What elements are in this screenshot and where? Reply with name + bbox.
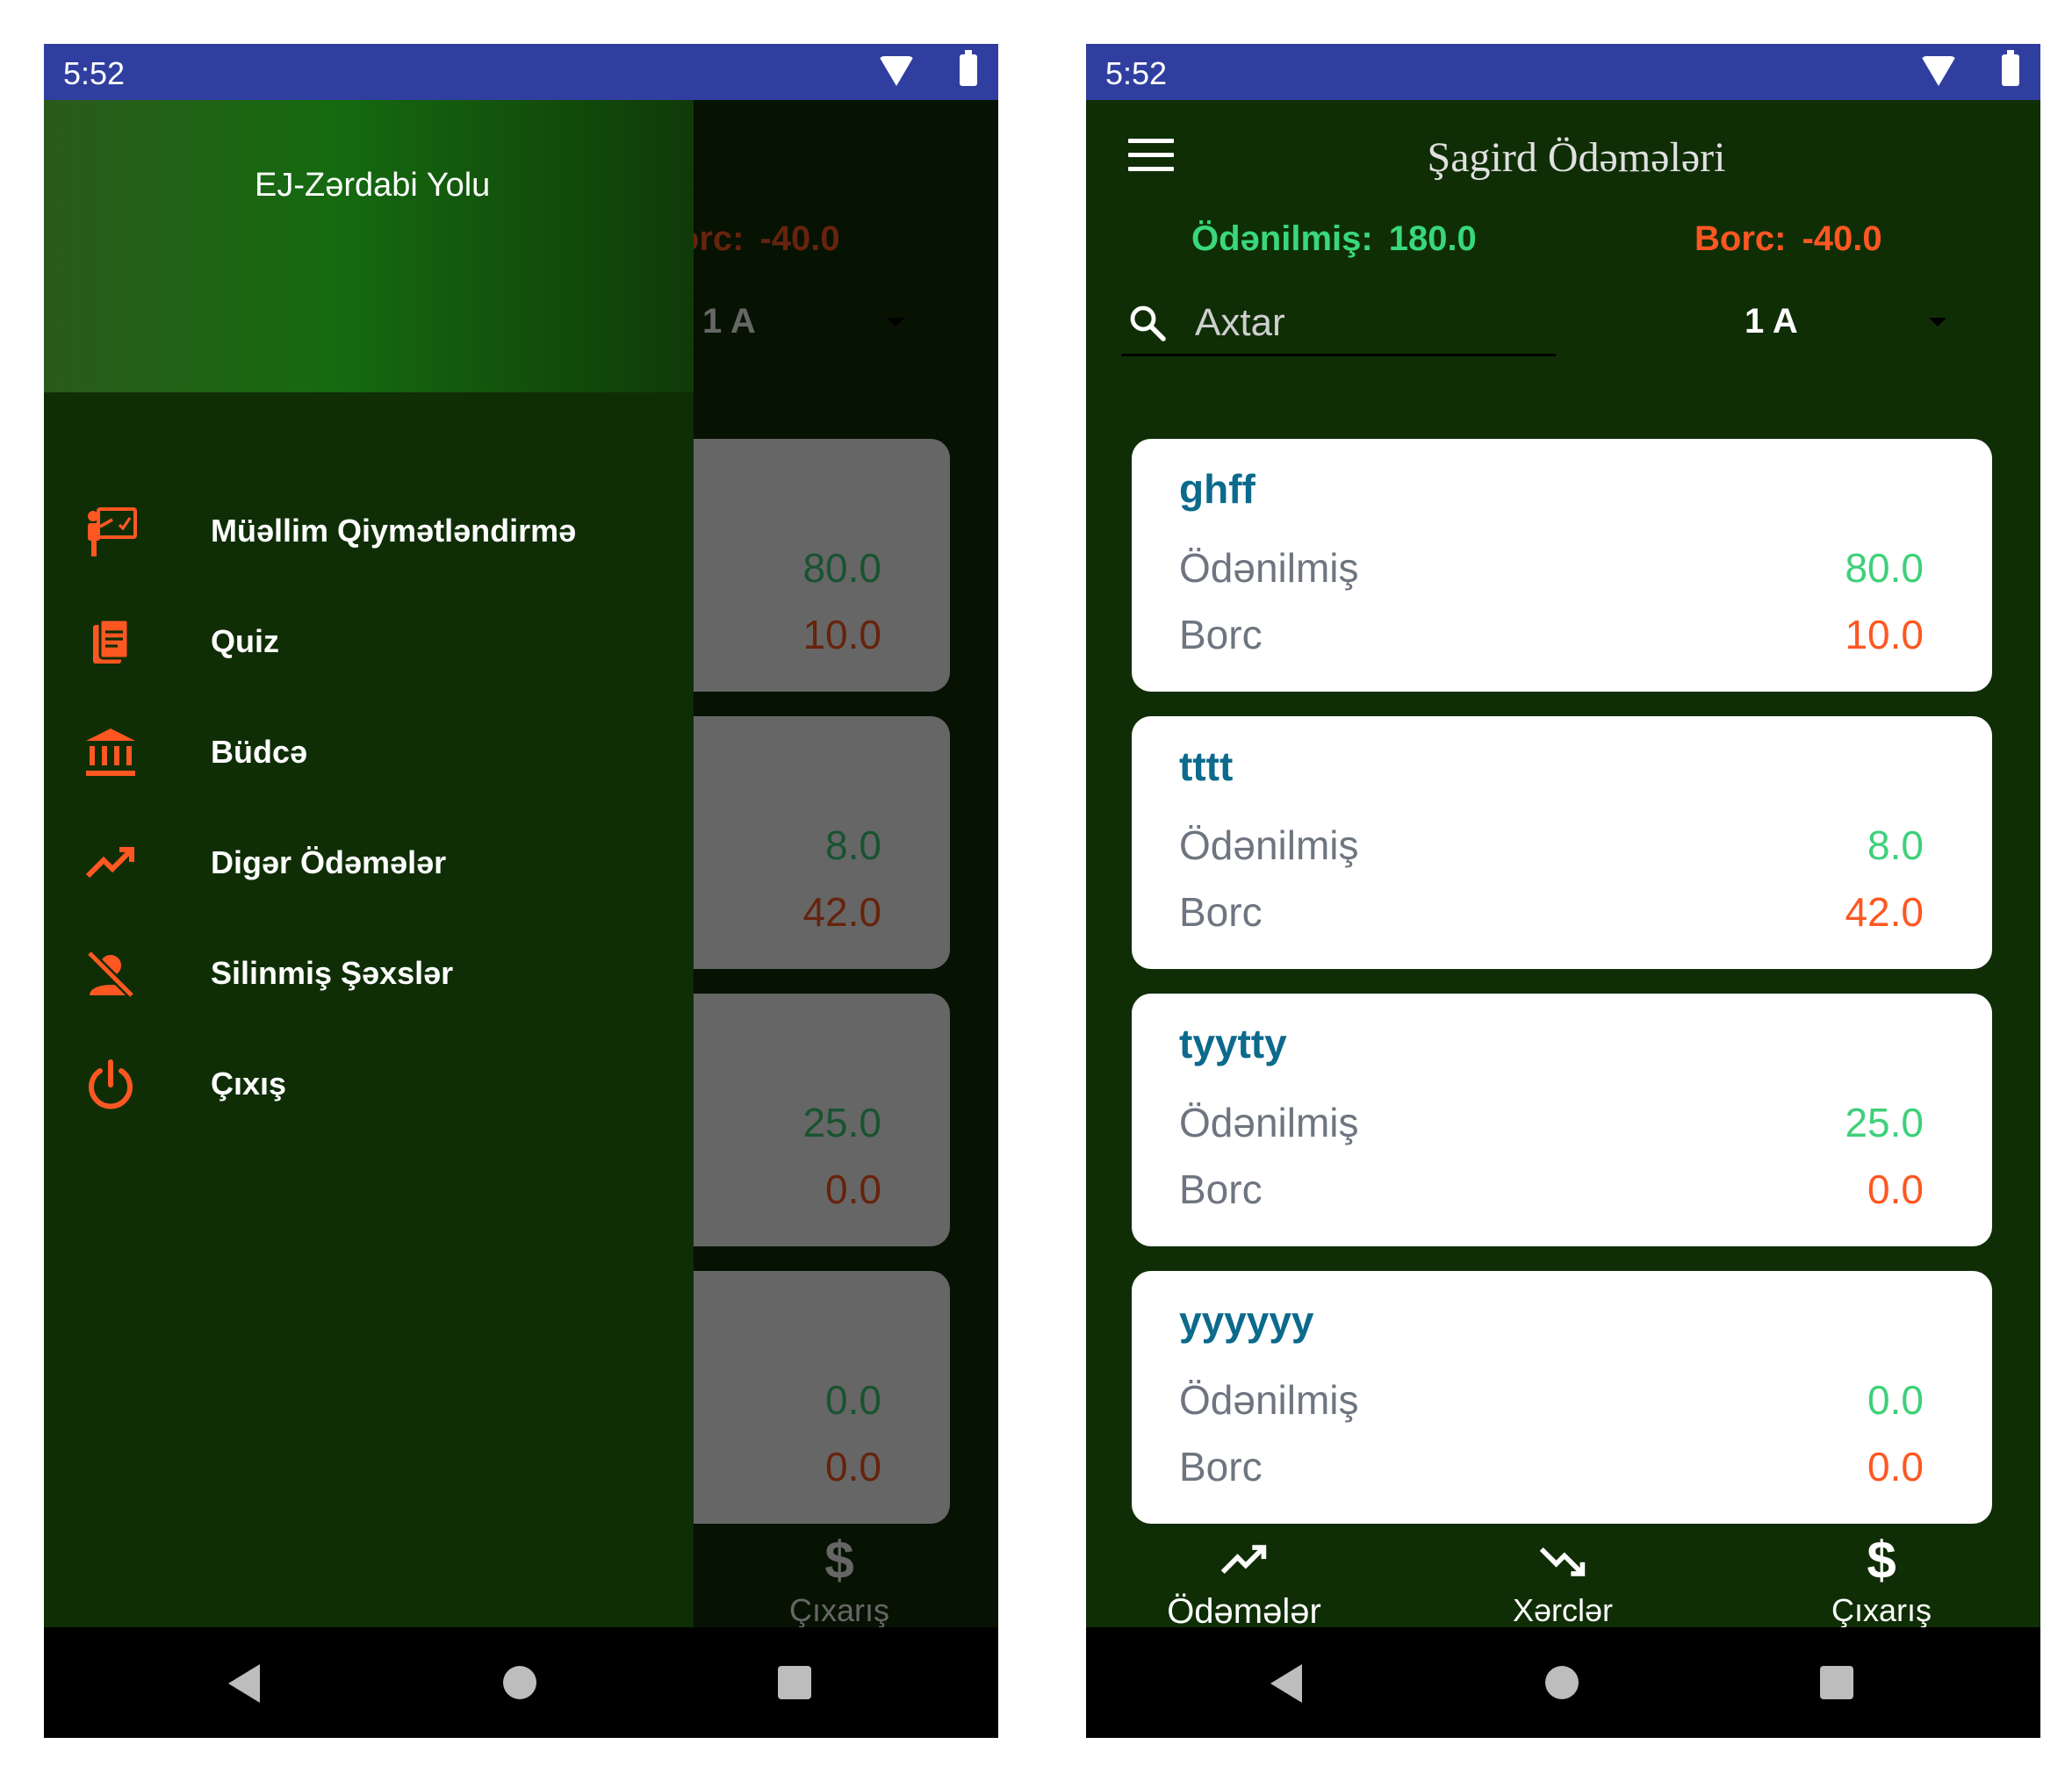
nav-odemeler[interactable]: Ödəmələr [1130, 1536, 1358, 1631]
status-time: 5:52 [1105, 55, 1168, 91]
student-card[interactable]: tttt Ödənilmiş 8.0 Borc 42.0 [1132, 716, 1992, 969]
nav-cixaris[interactable]: $ Çıxarış [1767, 1531, 1996, 1629]
class-dropdown-value: 1 A [1745, 302, 1798, 341]
paid-value: 80.0 [1845, 545, 1924, 591]
paid-label: Ödənilmiş [1179, 1100, 1359, 1145]
system-nav-bar [44, 1627, 998, 1738]
nav-xercler[interactable]: Xərclər [1449, 1536, 1677, 1628]
phone-screen-drawer-open: 5:52 Şagird Ödəmələri Ödənilmiş:180.0 Bo… [44, 44, 998, 1738]
phone-screen-payments: 5:52 Şagird Ödəmələri Ödənilmiş: 180.0 Bo… [1086, 44, 2040, 1738]
system-nav-bar [1086, 1627, 2040, 1738]
trending-down-icon [1539, 1547, 1586, 1576]
student-name: tyytty [1179, 1021, 1287, 1066]
student-paid-row: Ödənilmiş 0.0 [1179, 1376, 1924, 1429]
drawer-title: EJ-Zərdabi Yolu [255, 167, 491, 204]
nav-xercler-label: Xərclər [1512, 1592, 1614, 1628]
summary-debt-label: Borc: [1694, 219, 1787, 258]
menu-item-label: Müəllim Qiymətləndirmə [211, 513, 577, 549]
student-name: tttt [1179, 743, 1234, 789]
student-card[interactable]: yyyyyy Ödənilmiş 0.0 Borc 0.0 [1132, 1271, 1992, 1524]
debt-label: Borc [1179, 889, 1263, 935]
page-title: Şagird Ödəmələri [1427, 134, 1726, 181]
recent-apps-icon[interactable] [778, 1666, 811, 1699]
status-bar: 5:52 [1086, 44, 2040, 100]
menu-item-label: Büdcə [211, 734, 308, 770]
menu-item-budget[interactable]: Büdcə [44, 699, 694, 804]
nav-cixaris-label: Çıxarış [1831, 1592, 1932, 1628]
document-copy-icon [93, 618, 130, 664]
back-icon[interactable] [1270, 1664, 1302, 1703]
wifi-icon [1921, 56, 1956, 86]
menu-item-label: Quiz [211, 623, 279, 659]
person-off-icon [86, 950, 135, 999]
student-debt-row: Borc 0.0 [1179, 1443, 1924, 1496]
chevron-down-icon [1929, 318, 1946, 327]
student-paid-row: Ödənilmiş 25.0 [1179, 1099, 1924, 1152]
menu-item-label: Çıxış [211, 1066, 287, 1102]
student-debt-row: Borc 42.0 [1179, 888, 1924, 941]
paid-value: 8.0 [1867, 822, 1924, 868]
student-name: ghff [1179, 466, 1255, 512]
summary-paid: Ödənilmiş: 180.0 [1191, 219, 1477, 259]
trending-up-icon [85, 847, 134, 879]
drawer-header: EJ-Zərdabi Yolu [44, 100, 694, 392]
home-icon[interactable] [1545, 1666, 1579, 1699]
navigation-drawer: EJ-Zərdabi Yolu Müəllim Qiymətləndirmə Q [44, 100, 694, 1627]
paid-label: Ödənilmiş [1179, 545, 1359, 591]
menu-item-deleted-persons[interactable]: Silinmiş Şəxslər [44, 920, 694, 1025]
battery-icon [2002, 50, 2019, 86]
paid-label: Ödənilmiş [1179, 1377, 1359, 1423]
status-bar: 5:52 [44, 44, 998, 100]
back-icon[interactable] [228, 1664, 260, 1703]
student-name: yyyyyy [1179, 1298, 1314, 1344]
menu-item-label: Silinmiş Şəxslər [211, 955, 454, 991]
trending-up-icon [1220, 1545, 1267, 1575]
search-icon [1130, 305, 1166, 341]
menu-item-label: Digər Ödəmələr [211, 844, 447, 880]
paid-value: 0.0 [1867, 1377, 1924, 1423]
summary-debt-value: -40.0 [1802, 219, 1882, 258]
power-icon [89, 1059, 133, 1109]
student-debt-row: Borc 10.0 [1179, 611, 1924, 664]
search-bar [1121, 297, 1556, 356]
search-input[interactable] [1195, 298, 1546, 348]
debt-label: Borc [1179, 1166, 1263, 1212]
student-card[interactable]: tyytty Ödənilmiş 25.0 Borc 0.0 [1132, 994, 1992, 1246]
student-debt-row: Borc 0.0 [1179, 1166, 1924, 1218]
class-dropdown[interactable]: 1 A [1745, 298, 1955, 351]
student-card[interactable]: ghff Ödənilmiş 80.0 Borc 10.0 [1132, 439, 1992, 692]
menu-item-quiz[interactable]: Quiz [44, 588, 694, 693]
debt-label: Borc [1179, 1444, 1263, 1489]
debt-value: 0.0 [1867, 1444, 1924, 1489]
home-icon[interactable] [503, 1666, 536, 1699]
toolbar: Şagird Ödəmələri [1086, 100, 2040, 197]
paid-value: 25.0 [1845, 1100, 1924, 1145]
dollar-icon: $ [1867, 1531, 1896, 1590]
nav-odemeler-label: Ödəmələr [1167, 1592, 1321, 1631]
debt-label: Borc [1179, 612, 1263, 657]
recent-apps-icon[interactable] [1820, 1666, 1853, 1699]
paid-label: Ödənilmiş [1179, 822, 1359, 868]
student-paid-row: Ödənilmiş 8.0 [1179, 822, 1924, 874]
menu-item-other-payments[interactable]: Digər Ödəmələr [44, 809, 694, 915]
debt-value: 0.0 [1867, 1166, 1924, 1212]
debt-value: 10.0 [1845, 612, 1924, 657]
status-time: 5:52 [63, 55, 126, 91]
menu-item-teacher-rating[interactable]: Müəllim Qiymətləndirmə [44, 477, 694, 583]
bank-icon [86, 729, 135, 776]
debt-value: 42.0 [1845, 889, 1924, 935]
summary-paid-label: Ödənilmiş: [1191, 219, 1373, 258]
bottom-navigation: Ödəmələr Xərclər $ Çıxarış [1086, 1517, 2040, 1632]
menu-item-logout[interactable]: Çıxış [44, 1030, 694, 1136]
student-paid-row: Ödənilmiş 80.0 [1179, 544, 1924, 597]
summary-debt: Borc: -40.0 [1694, 219, 1882, 259]
battery-icon [960, 50, 977, 86]
summary-paid-value: 180.0 [1388, 219, 1477, 258]
wifi-icon [879, 56, 914, 86]
teacher-board-icon [88, 507, 137, 556]
